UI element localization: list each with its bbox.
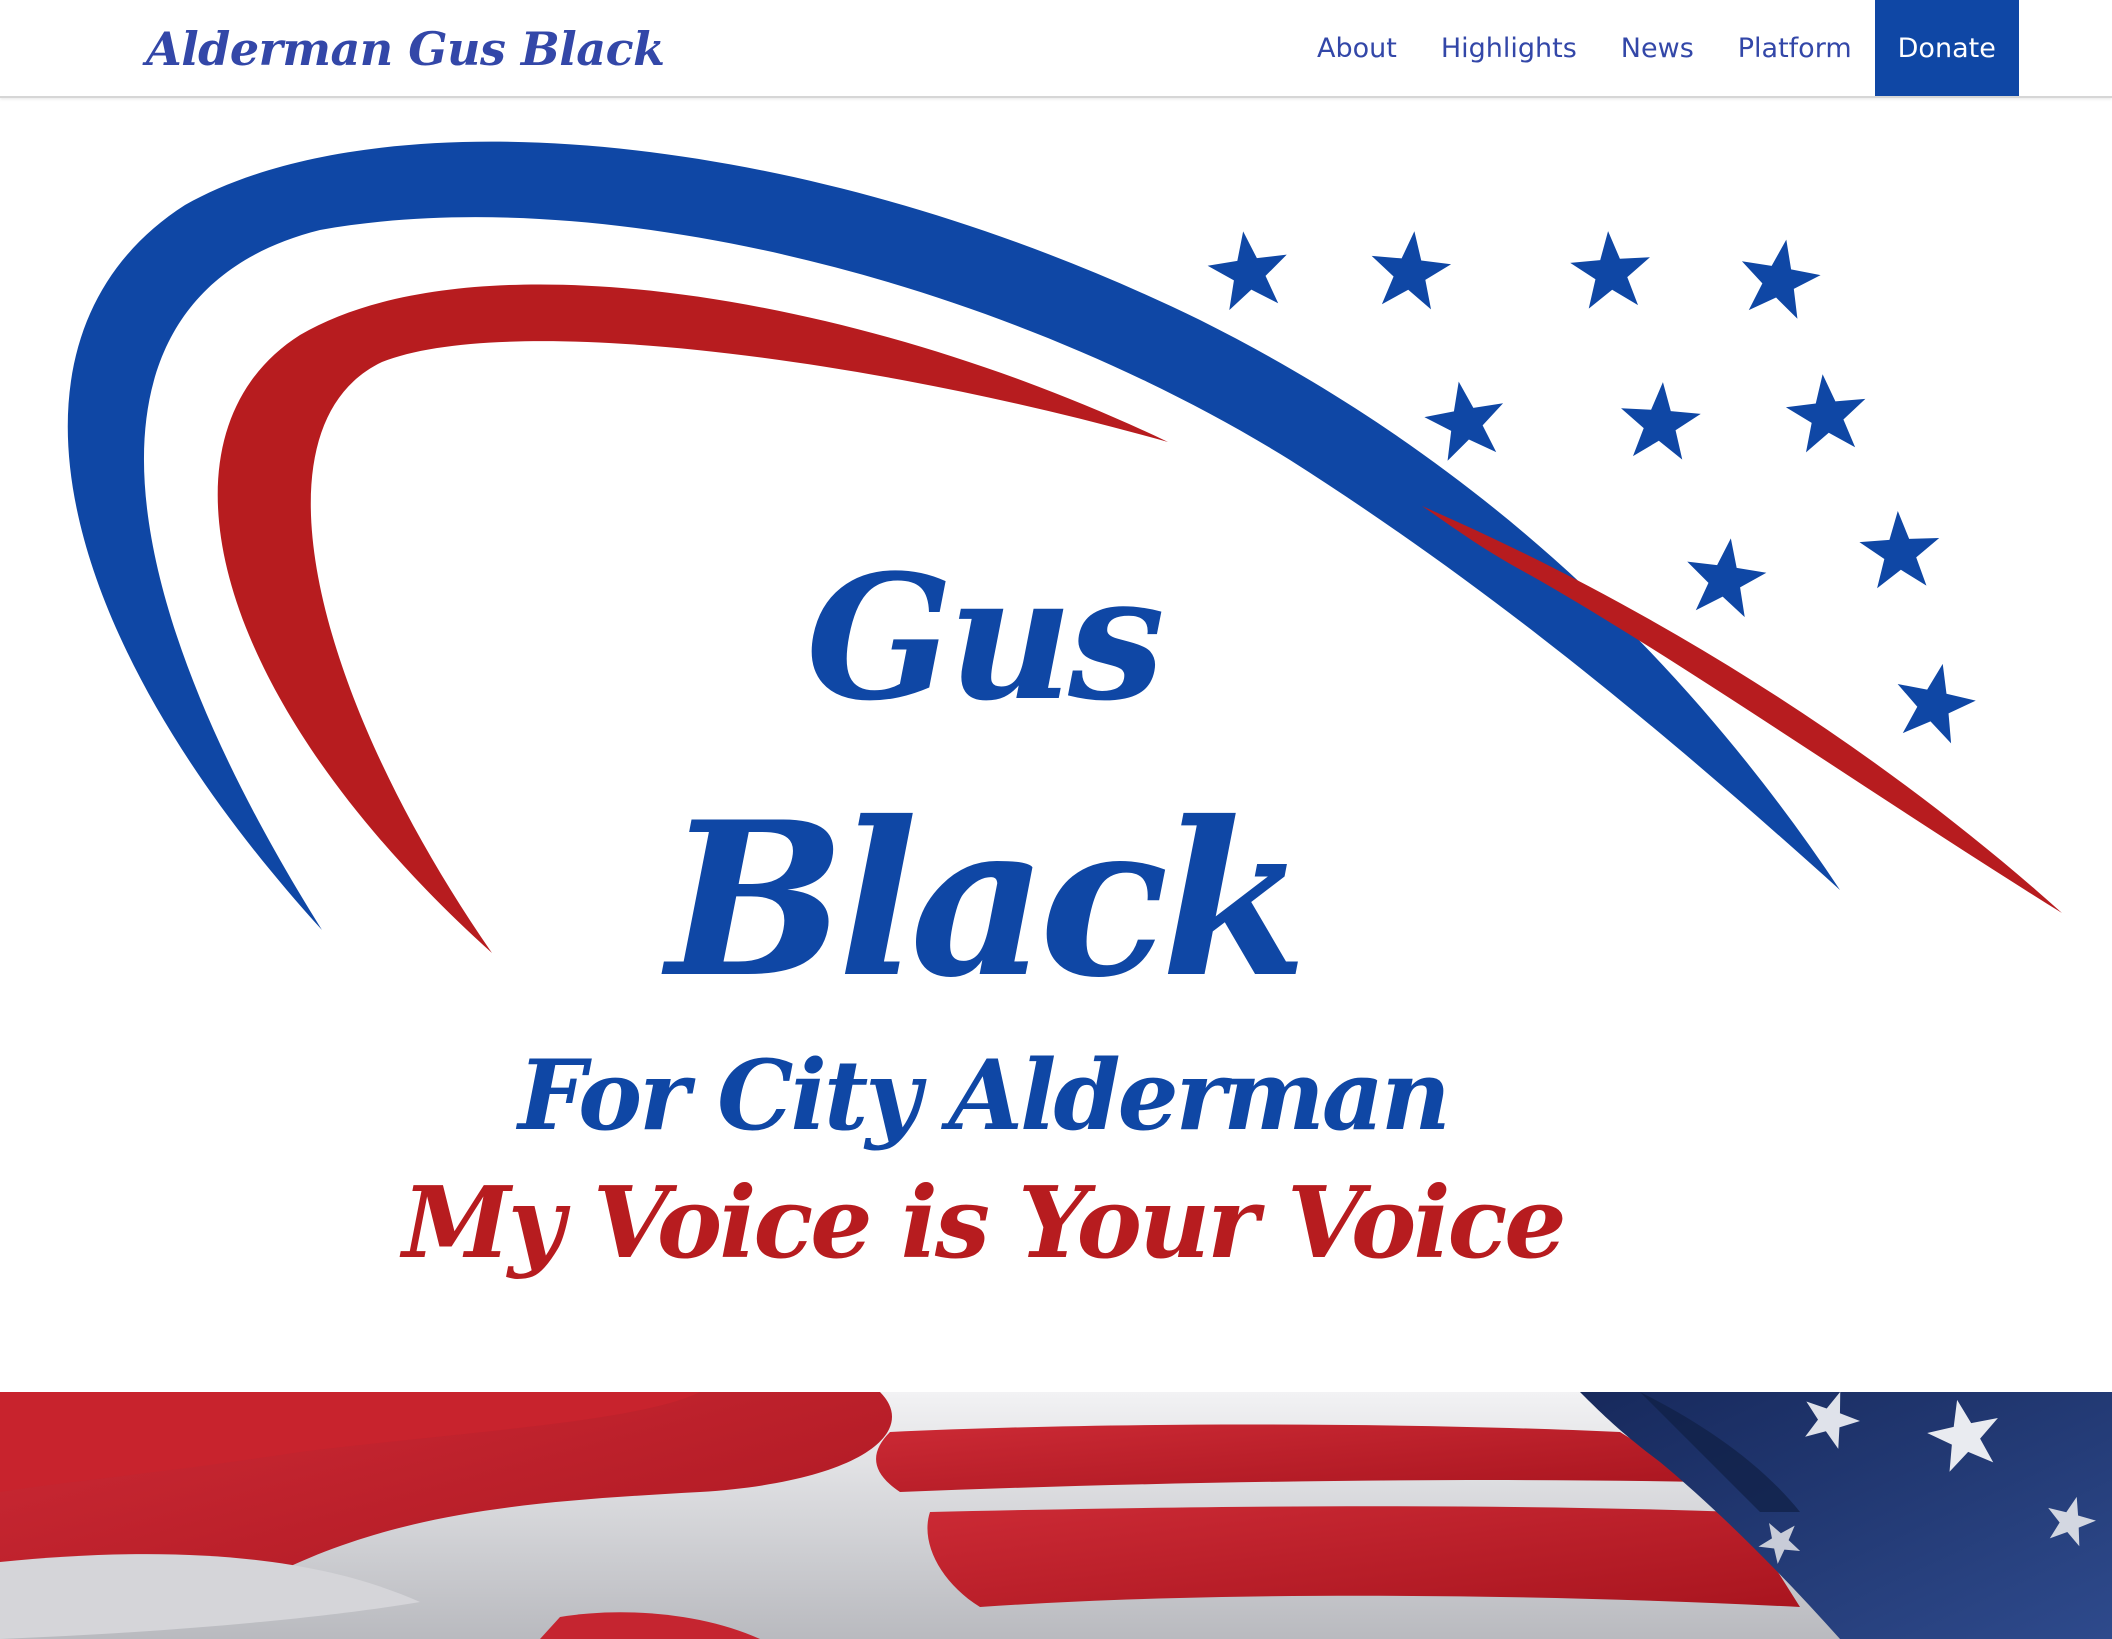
nav-platform[interactable]: Platform bbox=[1716, 0, 1874, 96]
hero-slogan: My Voice is Your Voice bbox=[402, 1166, 1566, 1281]
hero-last-name: Black bbox=[666, 775, 1307, 1024]
nav-highlights[interactable]: Highlights bbox=[1419, 0, 1599, 96]
nav-about[interactable]: About bbox=[1295, 0, 1419, 96]
main-nav: About Highlights News Platform Donate bbox=[1295, 0, 2019, 96]
star-icon bbox=[1785, 374, 1866, 453]
star-icon bbox=[1371, 231, 1452, 310]
nav-news[interactable]: News bbox=[1599, 0, 1716, 96]
star-icon bbox=[1621, 382, 1701, 460]
star-icon bbox=[1570, 231, 1650, 309]
american-flag-photo bbox=[0, 1392, 2112, 1639]
star-icon bbox=[1424, 381, 1504, 461]
donate-button[interactable]: Donate bbox=[1874, 0, 2019, 96]
flag-banner bbox=[0, 1392, 2112, 1639]
hero-first-name: Gus bbox=[806, 536, 1165, 739]
hero-office: For City Alderman bbox=[518, 1039, 1451, 1152]
star-icon bbox=[1207, 231, 1287, 311]
site-header: Alderman Gus Black About Highlights News… bbox=[0, 0, 2112, 98]
star-icon bbox=[1741, 239, 1821, 319]
site-title-link[interactable]: Alderman Gus Black bbox=[146, 14, 665, 84]
